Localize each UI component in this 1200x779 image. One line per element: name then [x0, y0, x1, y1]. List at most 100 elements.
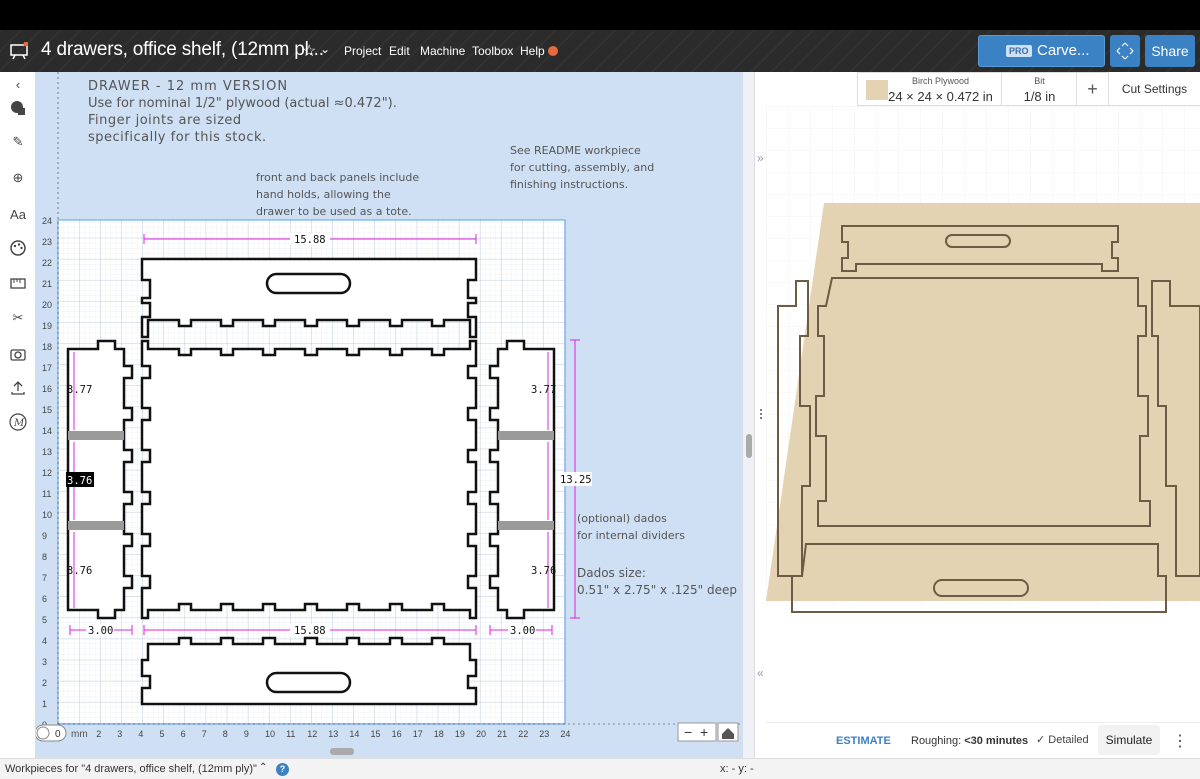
note-dados-size-1[interactable]: Dados size: [577, 566, 646, 580]
note-dados-size-2[interactable]: 0.51" x 2.75" x .125" deep [577, 583, 737, 597]
workpieces-label[interactable]: Workpieces for "4 drawers, office shelf,… [5, 763, 257, 775]
bit-value: 1/8 in [1023, 89, 1056, 104]
note-line2[interactable]: Finger joints are sized [88, 113, 242, 128]
dim-bottom-width[interactable]: 15.88 [294, 625, 326, 637]
material-selector[interactable]: Birch Plywood 24 × 24 × 0.472 in [857, 72, 1002, 106]
unit-toggle-knob[interactable] [36, 726, 50, 740]
3d-preview[interactable] [766, 106, 1200, 686]
handhold-bottom[interactable] [265, 671, 352, 694]
pen-icon[interactable]: ✎ [8, 132, 28, 152]
dim-left-bottom[interactable]: 3.76 [67, 565, 92, 577]
design-canvas[interactable]: 2423222120191817161514131211109876543210… [36, 72, 742, 758]
y-tick-label: 23 [42, 237, 52, 247]
y-tick-label: 17 [42, 363, 52, 373]
note-title[interactable]: DRAWER - 12 mm VERSION [88, 79, 288, 94]
camera-icon[interactable] [8, 344, 28, 364]
x-axis-ticks: 2 3 4 5 6 7 8 9 10 11 12 13 14 15 16 17 18 19 20 21 22 23 24 [96, 729, 570, 739]
notification-dot [548, 46, 558, 56]
horizontal-scroll-thumb[interactable] [330, 748, 354, 755]
estimate-label[interactable]: ESTIMATE [836, 735, 891, 747]
dim-right-bottom[interactable]: 3.76 [531, 565, 556, 577]
note-line1[interactable]: Use for nominal 1/2" plywood (actual ≈0.… [88, 96, 397, 111]
palette-icon[interactable] [8, 238, 28, 258]
note-front-back-3[interactable]: drawer to be used as a tote. [256, 205, 412, 218]
expand-right-icon[interactable]: » [757, 151, 764, 165]
note-front-back-1[interactable]: front and back panels include [256, 171, 419, 184]
move-tool-button[interactable] [1110, 35, 1140, 67]
carve-button[interactable]: PRO Carve... [978, 35, 1105, 67]
dim-left-top[interactable]: 3.77 [67, 384, 92, 396]
x-tick-label: 16 [392, 729, 402, 739]
dim-top-width[interactable]: 15.88 [294, 234, 326, 246]
x-tick-label: 11 [286, 729, 295, 739]
upload-icon[interactable] [8, 378, 28, 398]
y-tick-label: 14 [42, 426, 52, 436]
star-icon[interactable]: ☆ [302, 41, 316, 61]
canvas-drawing[interactable]: 2423222120191817161514131211109876543210… [36, 72, 742, 758]
menu-toolbox[interactable]: Toolbox [472, 44, 513, 58]
bit-selector[interactable]: Bit 1/8 in [1002, 72, 1077, 106]
scissors-icon[interactable]: ✂ [8, 308, 28, 328]
apps-icon[interactable] [8, 274, 28, 294]
x-tick-label: 5 [160, 729, 165, 739]
document-title[interactable]: 4 drawers, office shelf, (12mm pl... [41, 39, 324, 61]
unit-mm-label[interactable]: mm [71, 729, 88, 740]
text-tool-icon[interactable]: Aa [8, 204, 28, 224]
y-tick-label: 19 [42, 321, 52, 331]
collapse-right-icon[interactable]: « [757, 666, 764, 680]
help-icon[interactable]: ? [276, 763, 289, 776]
zoom-out-button[interactable]: − [684, 724, 692, 740]
add-bit-button[interactable]: + [1077, 72, 1109, 106]
chevron-down-icon[interactable]: ⌄ [320, 42, 330, 56]
note-readme-1[interactable]: See README workpiece [510, 144, 641, 157]
menu-help[interactable]: Help [520, 44, 545, 58]
y-tick-label: 11 [42, 489, 51, 499]
bottom-panel[interactable] [140, 339, 478, 620]
x-tick-label: 24 [560, 729, 570, 739]
vertical-scrollbar[interactable] [742, 72, 754, 758]
menu-machine[interactable]: Machine [420, 44, 465, 58]
material-name: Birch Plywood [911, 76, 970, 86]
menu-project[interactable]: Project [344, 44, 381, 58]
back-panel-bottom[interactable] [140, 636, 478, 706]
note-dados-1[interactable]: (optional) dados [577, 512, 667, 525]
y-tick-label: 7 [42, 573, 47, 583]
marketplace-icon[interactable]: M [8, 412, 28, 432]
x-tick-label: 4 [138, 729, 143, 739]
dim-height[interactable]: 13.25 [560, 474, 592, 486]
collapse-left-icon[interactable]: ‹ [8, 74, 28, 94]
crosshair-icon[interactable]: ⊕ [8, 168, 28, 188]
shapes-icon[interactable] [8, 98, 28, 118]
note-line3[interactable]: specifically for this stock. [88, 130, 267, 145]
chevron-up-icon[interactable]: ⌃ [259, 762, 267, 773]
detailed-toggle[interactable]: ✓ Detailed [1036, 733, 1089, 746]
y-tick-label: 5 [42, 615, 47, 625]
vertical-scroll-thumb[interactable] [746, 434, 752, 458]
dim-right-width[interactable]: 3.00 [510, 625, 535, 637]
handhold-top[interactable] [265, 272, 352, 295]
note-readme-3[interactable]: finishing instructions. [510, 178, 628, 191]
dim-left-width[interactable]: 3.00 [88, 625, 113, 637]
zoom-in-button[interactable]: + [700, 724, 708, 740]
dado-left-top [68, 431, 124, 440]
y-tick-label: 10 [42, 510, 52, 520]
roughing-estimate: Roughing: <30 minutes [911, 735, 1028, 747]
svg-text:M: M [13, 418, 25, 429]
x-tick-label: 2 [96, 729, 101, 739]
bit-label: Bit [1034, 76, 1045, 86]
more-options-icon[interactable]: ⋮ [1172, 731, 1188, 751]
dim-right-top[interactable]: 3.77 [531, 384, 556, 396]
cut-settings-button[interactable]: Cut Settings [1109, 72, 1200, 106]
x-tick-label: 21 [497, 729, 507, 739]
menu-edit[interactable]: Edit [389, 44, 410, 58]
simulate-button[interactable]: Simulate [1098, 725, 1160, 755]
note-front-back-2[interactable]: hand holds, allowing the [256, 188, 391, 201]
x-tick-label: 20 [476, 729, 486, 739]
note-readme-2[interactable]: for cutting, assembly, and [510, 161, 654, 174]
dim-left-mid[interactable]: 3.76 [67, 475, 92, 487]
share-button[interactable]: Share [1145, 35, 1195, 67]
easel-app-icon[interactable] [10, 42, 28, 60]
left-toolbar: ‹ ✎ ⊕ Aa ✂ M [0, 72, 36, 758]
panel-divider[interactable]: » « [754, 72, 766, 758]
note-dados-2[interactable]: for internal dividers [577, 529, 685, 542]
